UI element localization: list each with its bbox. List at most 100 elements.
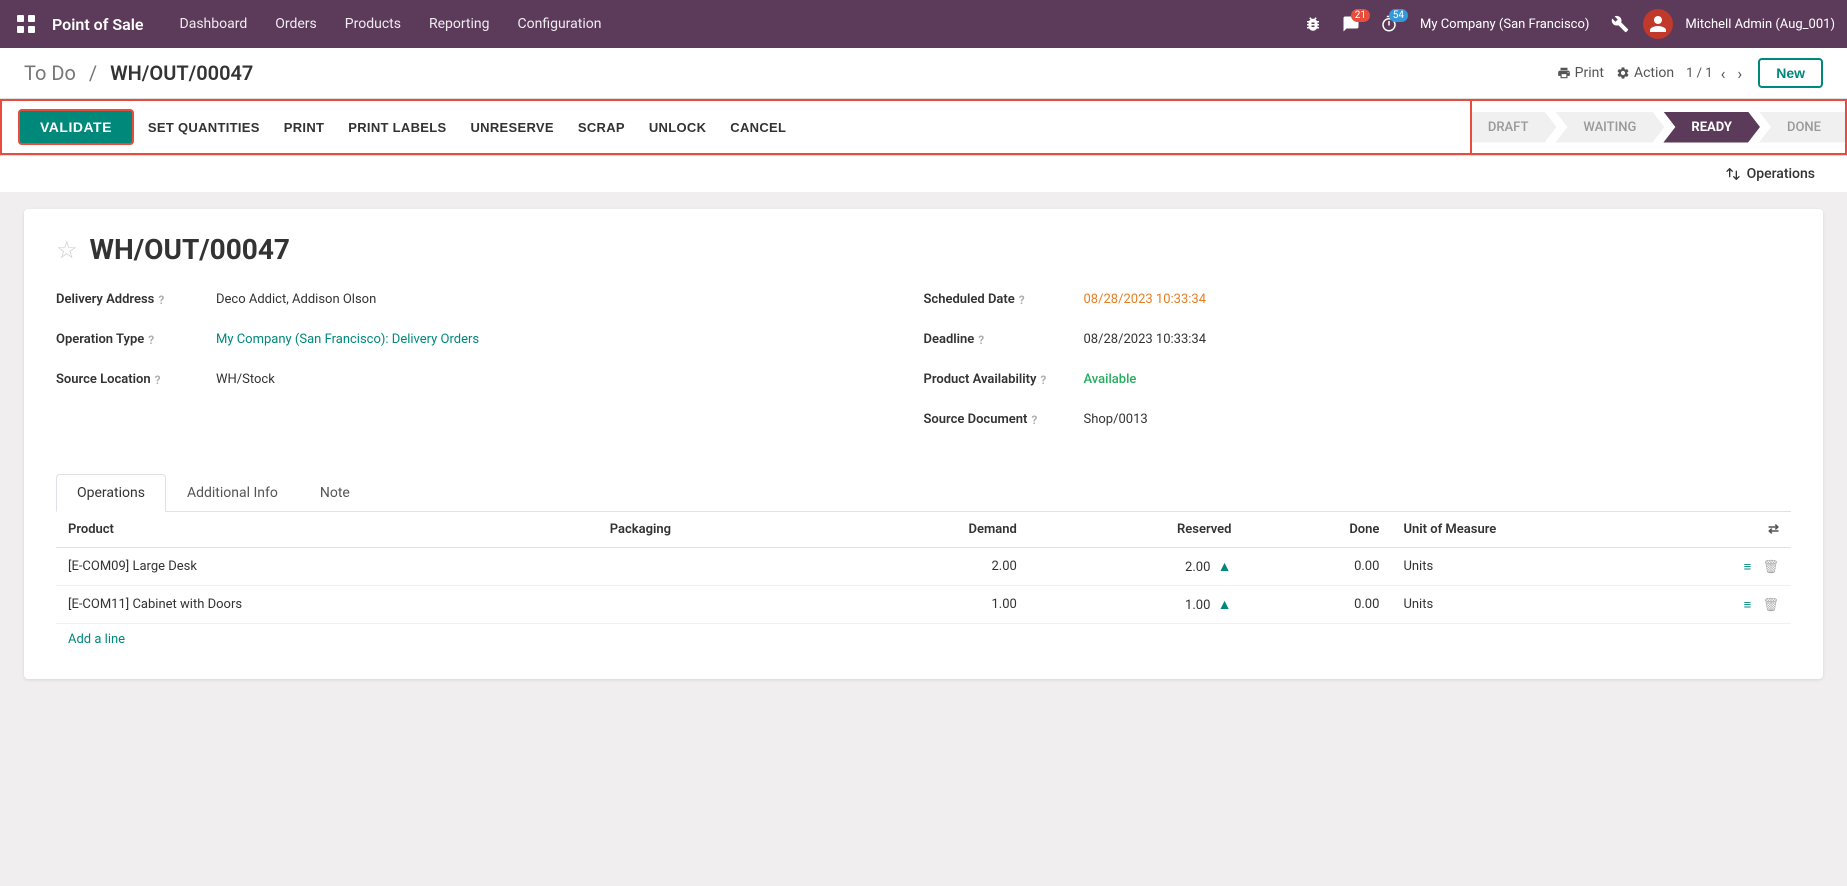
- table-row: [E-COM09] Large Desk 2.00 2.00 ▲ 0.00 Un…: [56, 548, 1791, 586]
- scrap-button[interactable]: SCRAP: [568, 114, 635, 141]
- unreserve-button[interactable]: UNRESERVE: [460, 114, 563, 141]
- unlock-button[interactable]: UNLOCK: [639, 114, 716, 141]
- chat-badge: 21: [1351, 9, 1370, 22]
- nav-dashboard[interactable]: Dashboard: [168, 12, 260, 36]
- product-availability-label: Product Availability ?: [924, 370, 1084, 387]
- user-avatar: [1643, 9, 1673, 39]
- source-document-label: Source Document ?: [924, 410, 1084, 427]
- tab-additional-info[interactable]: Additional Info: [166, 474, 299, 512]
- record-id: WH/OUT/00047: [90, 233, 290, 266]
- scheduled-date-row: Scheduled Date ? 08/28/2023 10:33:34: [924, 290, 1752, 318]
- row2-reserved: 1.00 ▲: [1029, 586, 1244, 624]
- new-button[interactable]: New: [1758, 58, 1823, 88]
- status-ready: READY: [1663, 112, 1760, 143]
- row1-done: 0.00: [1244, 548, 1392, 586]
- row1-actions: ≡ 🗑: [1711, 548, 1791, 586]
- deadline-help-icon[interactable]: ?: [978, 333, 984, 347]
- header-actions: Print Action 1 / 1 ‹ › New: [1557, 58, 1823, 88]
- product-availability-help-icon[interactable]: ?: [1040, 373, 1046, 387]
- col-packaging: Packaging: [598, 512, 831, 548]
- delivery-address-value: Deco Addict, Addison Olson: [216, 290, 376, 307]
- operation-type-value[interactable]: My Company (San Francisco): Delivery Ord…: [216, 330, 479, 347]
- source-document-help-icon[interactable]: ?: [1031, 413, 1037, 427]
- col-demand: Demand: [831, 512, 1029, 548]
- form-right-column: Scheduled Date ? 08/28/2023 10:33:34 Dea…: [924, 290, 1792, 450]
- col-done: Done: [1244, 512, 1392, 548]
- top-navigation: Point of Sale Dashboard Orders Products …: [0, 0, 1847, 48]
- deadline-row: Deadline ? 08/28/2023 10:33:34: [924, 330, 1752, 358]
- row1-forecast-icon[interactable]: ▲: [1218, 559, 1232, 575]
- nav-products[interactable]: Products: [333, 12, 413, 36]
- adjust-columns-icon[interactable]: ⇄: [1768, 522, 1779, 537]
- form-tabs: Operations Additional Info Note: [56, 474, 1791, 512]
- row1-uom: Units: [1391, 548, 1711, 586]
- operation-type-label: Operation Type ?: [56, 330, 216, 347]
- source-document-row: Source Document ? Shop/0013: [924, 410, 1752, 438]
- col-reserved: Reserved: [1029, 512, 1244, 548]
- row1-delete-icon[interactable]: 🗑: [1762, 560, 1779, 575]
- table-row: [E-COM11] Cabinet with Doors 1.00 1.00 ▲…: [56, 586, 1791, 624]
- breadcrumb-separator: /: [89, 61, 97, 85]
- delivery-address-row: Delivery Address ? Deco Addict, Addison …: [56, 290, 884, 318]
- record-title-row: ☆ WH/OUT/00047: [56, 233, 1791, 266]
- timer-icon[interactable]: 54: [1374, 11, 1404, 37]
- favorite-star-icon[interactable]: ☆: [56, 236, 78, 264]
- operation-type-help-icon[interactable]: ?: [148, 333, 154, 347]
- print-label: Print: [1575, 65, 1604, 81]
- operations-header-link[interactable]: Operations: [1725, 166, 1815, 182]
- page-header: To Do / WH/OUT/00047 Print Action 1 / 1 …: [0, 48, 1847, 99]
- row1-packaging: [598, 548, 831, 586]
- tab-operations[interactable]: Operations: [56, 474, 166, 512]
- add-line-button[interactable]: Add a line: [56, 624, 1791, 655]
- product-availability-row: Product Availability ? Available: [924, 370, 1752, 398]
- row2-delete-icon[interactable]: 🗑: [1762, 598, 1779, 613]
- breadcrumb: To Do / WH/OUT/00047: [24, 61, 1557, 85]
- status-done: DONE: [1759, 112, 1845, 143]
- nav-configuration[interactable]: Configuration: [506, 12, 614, 36]
- breadcrumb-current: WH/OUT/00047: [110, 61, 253, 85]
- row1-reserved: 2.00 ▲: [1029, 548, 1244, 586]
- chat-icon[interactable]: 21: [1336, 11, 1366, 37]
- validate-button[interactable]: VALIDATE: [18, 109, 134, 145]
- row1-demand: 2.00: [831, 548, 1029, 586]
- record-prev-arrow[interactable]: ‹: [1717, 62, 1730, 85]
- form-fields: Delivery Address ? Deco Addict, Addison …: [56, 290, 1791, 450]
- record-position: 1 / 1: [1686, 66, 1712, 81]
- main-content: ☆ WH/OUT/00047 Delivery Address ? Deco A…: [0, 193, 1847, 711]
- row2-detail-icon[interactable]: ≡: [1744, 598, 1752, 613]
- app-grid-icon[interactable]: [12, 10, 40, 38]
- nav-reporting[interactable]: Reporting: [417, 12, 502, 36]
- nav-icons: 21 54 My Company (San Francisco) Mitchel…: [1298, 9, 1835, 39]
- scheduled-date-help-icon[interactable]: ?: [1019, 293, 1025, 307]
- source-location-help-icon[interactable]: ?: [155, 373, 161, 387]
- settings-icon[interactable]: [1605, 11, 1635, 37]
- print-button[interactable]: Print: [1557, 65, 1604, 81]
- row2-forecast-icon[interactable]: ▲: [1218, 597, 1232, 613]
- row2-product: [E-COM11] Cabinet with Doors: [56, 586, 598, 624]
- user-menu[interactable]: Mitchell Admin (Aug_001): [1643, 9, 1835, 39]
- nav-orders[interactable]: Orders: [263, 12, 329, 36]
- row2-actions: ≡ 🗑: [1711, 586, 1791, 624]
- cancel-button[interactable]: CANCEL: [720, 114, 796, 141]
- source-location-value: WH/Stock: [216, 370, 275, 387]
- user-name: Mitchell Admin (Aug_001): [1685, 17, 1835, 32]
- deadline-label: Deadline ?: [924, 330, 1084, 347]
- operations-link-label: Operations: [1747, 166, 1815, 182]
- breadcrumb-parent[interactable]: To Do: [24, 61, 76, 85]
- print-action-button[interactable]: PRINT: [274, 114, 335, 141]
- scheduled-date-value: 08/28/2023 10:33:34: [1084, 290, 1207, 307]
- print-labels-button[interactable]: PRINT LABELS: [338, 114, 456, 141]
- col-product: Product: [56, 512, 598, 548]
- set-quantities-button[interactable]: SET QUANTITIES: [138, 114, 270, 141]
- record-next-arrow[interactable]: ›: [1733, 62, 1746, 85]
- operation-type-row: Operation Type ? My Company (San Francis…: [56, 330, 884, 358]
- status-waiting: WAITING: [1555, 112, 1664, 143]
- delivery-address-help-icon[interactable]: ?: [158, 293, 164, 307]
- row1-detail-icon[interactable]: ≡: [1744, 560, 1752, 575]
- operations-header-row: Operations: [0, 156, 1847, 193]
- action-button[interactable]: Action: [1616, 65, 1674, 81]
- bug-icon[interactable]: [1298, 11, 1328, 37]
- col-actions: ⇄: [1711, 512, 1791, 548]
- form-card: ☆ WH/OUT/00047 Delivery Address ? Deco A…: [24, 209, 1823, 679]
- tab-note[interactable]: Note: [299, 474, 371, 512]
